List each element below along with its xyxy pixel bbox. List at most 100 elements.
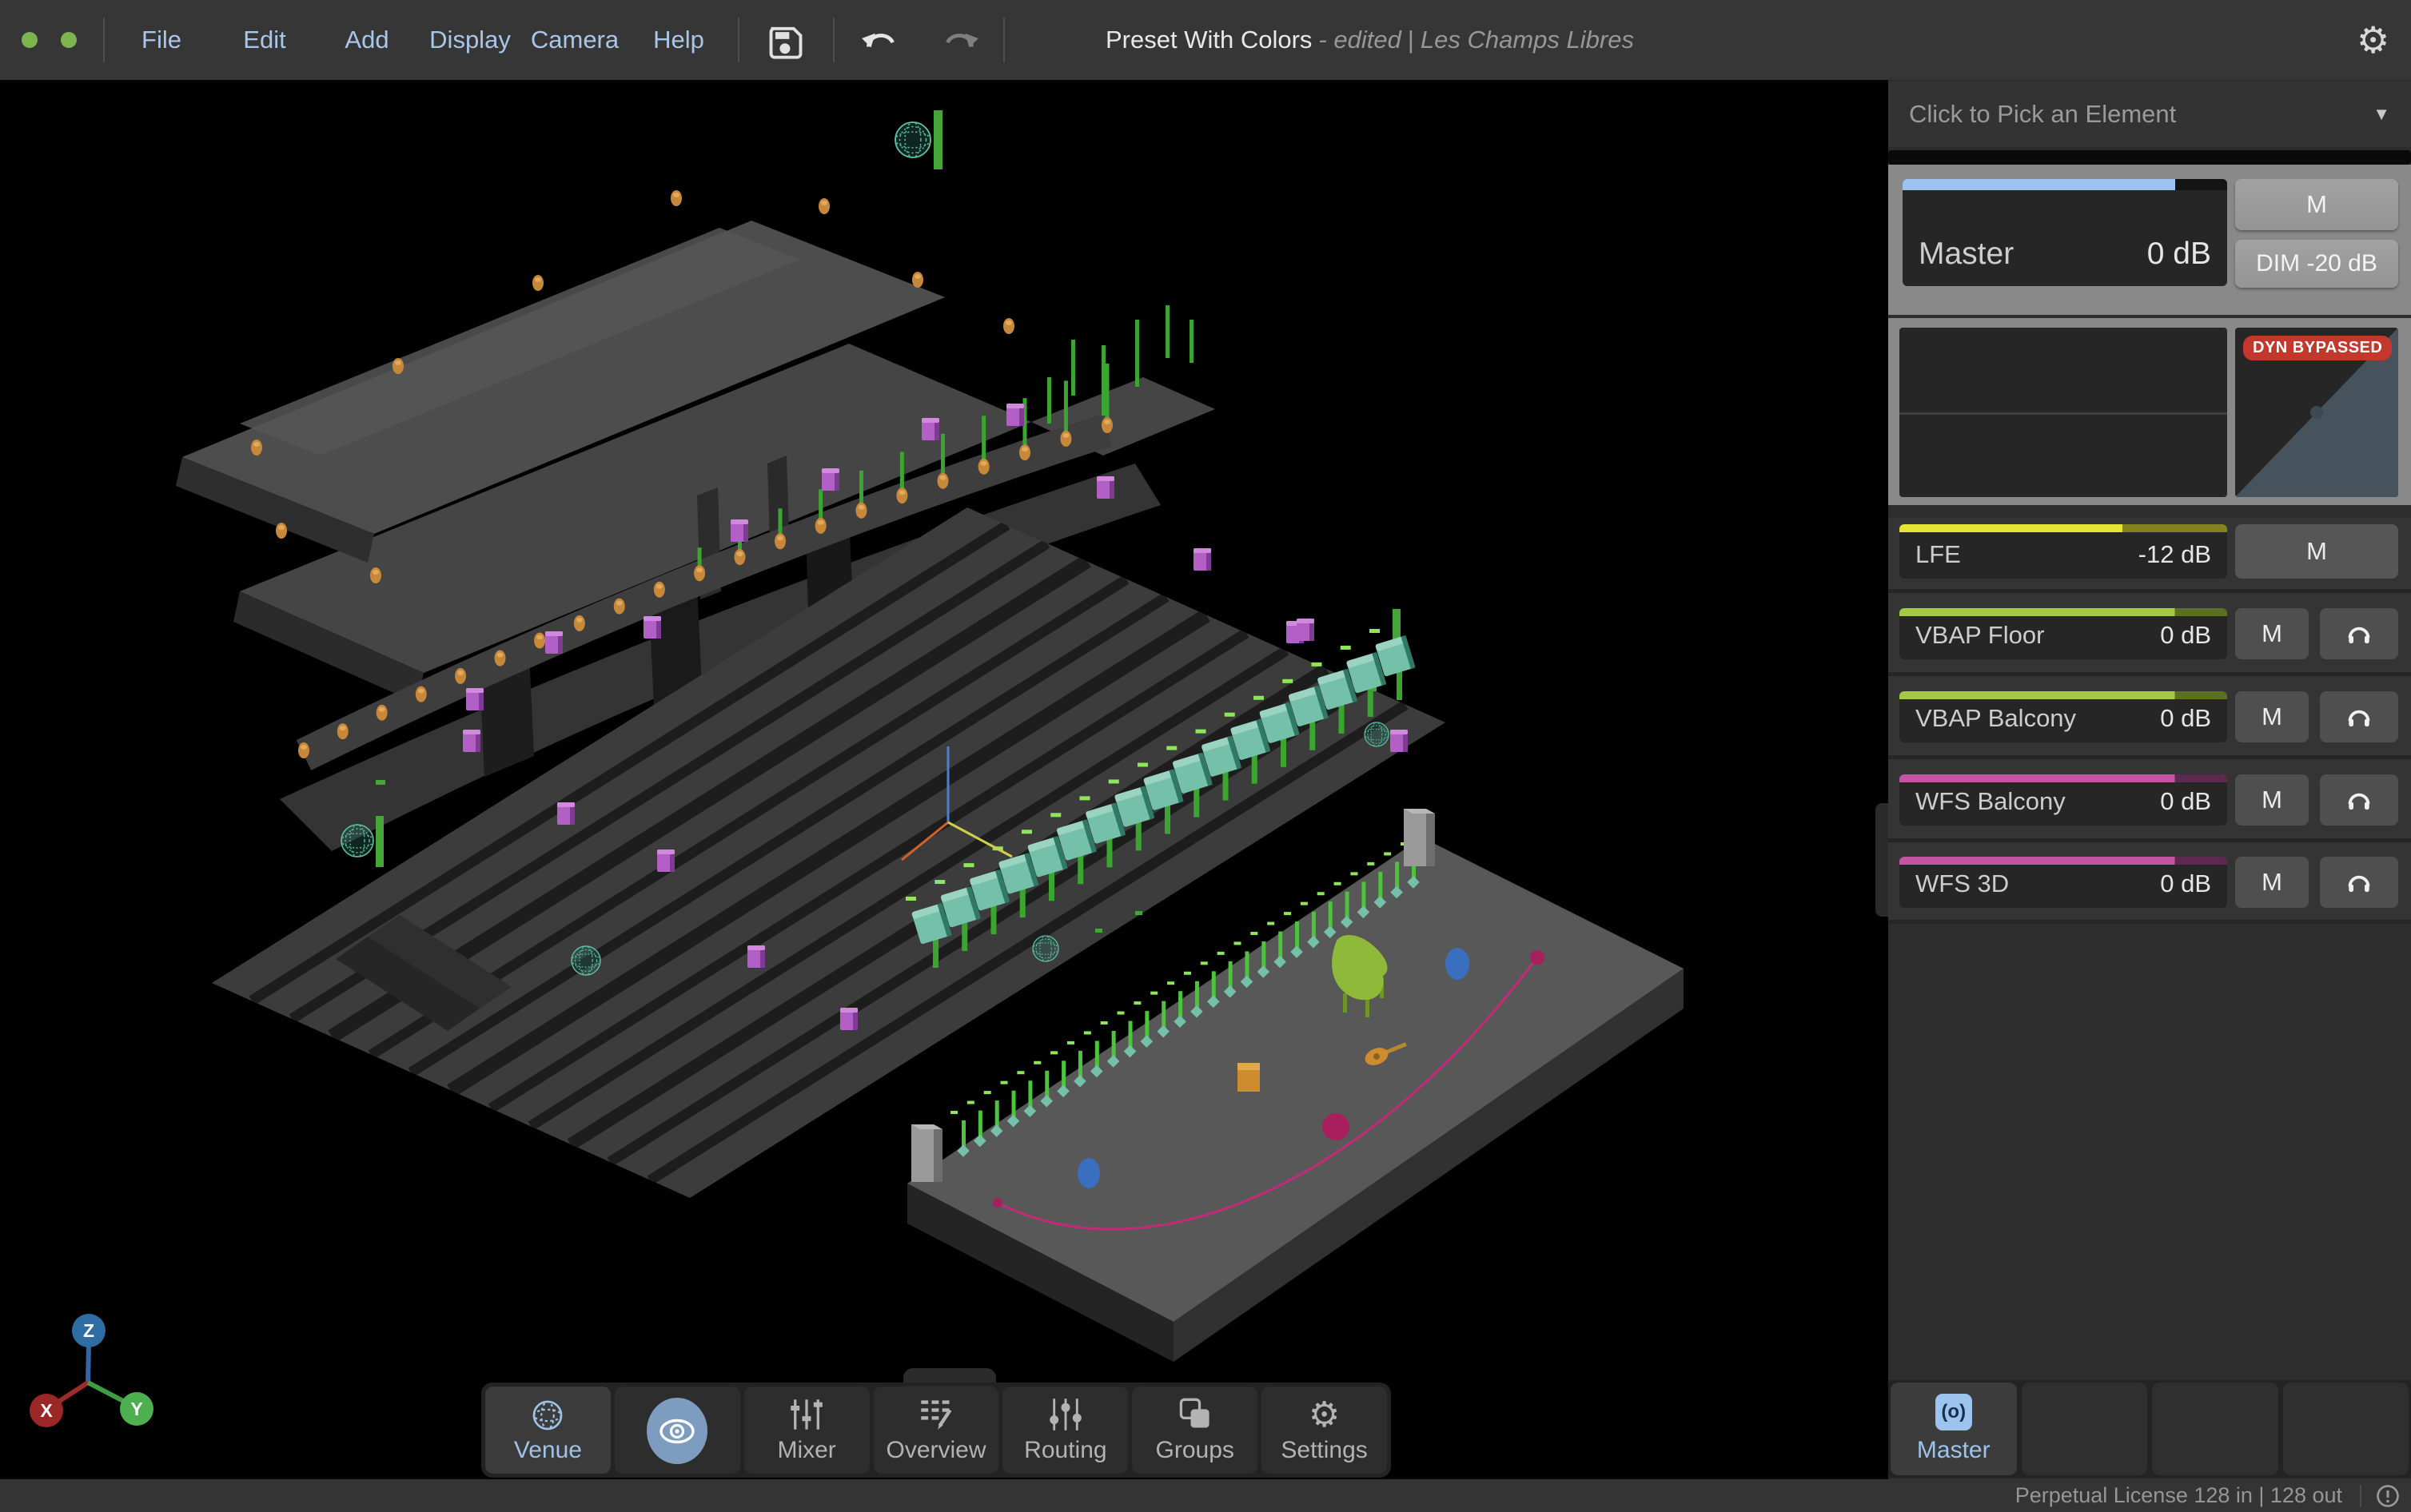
mixer-sidebar: Click to Pick an Element ▼ Master 0 dB M… (1888, 80, 2411, 1479)
bus-fader[interactable]: WFS 3D 0 dB (1899, 857, 2227, 908)
processing-panel: DYN BYPASSED (1888, 318, 2411, 505)
title-separator: | (1408, 26, 1414, 54)
tab-mixer[interactable]: Mixer (744, 1387, 870, 1474)
menu-bar: File Edit Add Display Camera Help Preset… (0, 0, 2411, 80)
project-name: Les Champs Libres (1421, 26, 1634, 54)
bus-fader[interactable]: LFE -12 dB (1899, 524, 2227, 579)
menubar-separator (833, 18, 835, 62)
element-picker-dropdown[interactable]: Click to Pick an Element ▼ (1888, 82, 2411, 147)
bus-mute-button[interactable]: M (2235, 774, 2309, 826)
visibility-button[interactable] (615, 1387, 740, 1474)
overview-icon (919, 1398, 954, 1431)
source-crimson[interactable] (1322, 1113, 1349, 1140)
bus-row-vbap-balcony: VBAP Balcony 0 dB M (1888, 676, 2411, 759)
master-value: 0 dB (2147, 237, 2211, 272)
dyn-bypassed-badge: DYN BYPASSED (2243, 336, 2392, 360)
path-endpoint[interactable] (993, 1198, 1002, 1208)
window-dot-1[interactable] (22, 32, 38, 48)
source-crimson[interactable] (1530, 950, 1544, 965)
bus-label: WFS Balcony (1915, 787, 2066, 816)
bus-solo-button[interactable] (2320, 691, 2398, 742)
meter-bridge (1888, 150, 2411, 165)
headphones-icon (2346, 789, 2372, 811)
box-object[interactable] (1237, 1063, 1260, 1092)
save-icon[interactable] (766, 21, 806, 61)
undo-icon[interactable] (860, 21, 899, 58)
bus-solo-button[interactable] (2320, 857, 2398, 908)
tab-empty-2[interactable] (2152, 1383, 2278, 1475)
menu-display[interactable]: Display (429, 0, 511, 80)
eye-icon (647, 1398, 707, 1464)
bus-mute-button[interactable]: M (2235, 608, 2309, 659)
bus-value: 0 dB (2160, 787, 2211, 816)
gear-icon: ⚙ (1309, 1398, 1340, 1433)
chevron-down-icon: ▼ (2373, 104, 2390, 125)
speaker-tower[interactable] (911, 1124, 942, 1182)
axis-x-label: X (40, 1400, 53, 1421)
sidebar-scrollbar[interactable] (1875, 803, 1888, 917)
bus-fader[interactable]: VBAP Balcony 0 dB (1899, 691, 2227, 742)
tab-routing-label: Routing (1024, 1437, 1106, 1464)
window-dot-2[interactable] (61, 32, 77, 48)
axis-z-label: Z (83, 1320, 94, 1341)
bus-value: 0 dB (2160, 704, 2211, 733)
master-fader[interactable]: Master 0 dB (1903, 179, 2227, 286)
bus-label: VBAP Balcony (1915, 704, 2076, 733)
bus-value: 0 dB (2160, 869, 2211, 898)
bus-row-vbap-floor: VBAP Floor 0 dB M (1888, 593, 2411, 676)
bus-list: LFE -12 dB M VBAP Floor 0 dB M (1888, 518, 2411, 924)
axis-gizmo[interactable]: Z X Y (30, 1314, 153, 1427)
master-mute-button[interactable]: M (2235, 179, 2398, 230)
menu-camera[interactable]: Camera (531, 0, 619, 80)
tab-overview[interactable]: Overview (874, 1387, 999, 1474)
routing-icon (1048, 1398, 1083, 1431)
globe-icon (530, 1398, 565, 1433)
bus-mute-button[interactable]: M (2235, 857, 2309, 908)
bus-mute-button[interactable]: M (2235, 524, 2398, 579)
tab-empty-1[interactable] (2022, 1383, 2148, 1475)
bus-fader-bar (1899, 691, 2227, 699)
menubar-separator (738, 18, 739, 62)
tab-empty-3[interactable] (2283, 1383, 2409, 1475)
tab-settings-label: Settings (1281, 1437, 1367, 1464)
bus-label: VBAP Floor (1915, 621, 2044, 650)
bus-solo-button[interactable] (2320, 608, 2398, 659)
menu-add[interactable]: Add (345, 0, 389, 80)
menu-file[interactable]: File (141, 0, 181, 80)
settings-gear-icon[interactable]: ⚙ (2357, 0, 2389, 80)
tab-groups[interactable]: Groups (1132, 1387, 1257, 1474)
bus-value: -12 dB (2138, 540, 2211, 569)
master-label: Master (1919, 237, 2014, 272)
bus-value: 0 dB (2160, 621, 2211, 650)
master-bus-icon: (o) (1935, 1394, 1972, 1430)
bus-fader[interactable]: WFS Balcony 0 dB (1899, 774, 2227, 826)
view-toolbar: Venue Mixer (481, 1383, 1391, 1478)
menu-help[interactable]: Help (653, 0, 704, 80)
menubar-separator (103, 18, 105, 62)
status-bar: Perpetual License 128 in | 128 out (0, 1479, 2411, 1512)
venue-3d-viewport[interactable]: Z X Y (0, 80, 1888, 1479)
source-blue[interactable] (1078, 1158, 1100, 1188)
menu-edit[interactable]: Edit (243, 0, 285, 80)
master-dim-button[interactable]: DIM -20 dB (2235, 240, 2398, 288)
tab-routing[interactable]: Routing (1002, 1387, 1128, 1474)
speaker-tower[interactable] (1404, 809, 1435, 866)
tab-settings[interactable]: ⚙ Settings (1261, 1387, 1387, 1474)
tab-venue[interactable]: Venue (485, 1387, 611, 1474)
bus-mute-button[interactable]: M (2235, 691, 2309, 742)
bus-fader[interactable]: VBAP Floor 0 dB (1899, 608, 2227, 659)
source-blue[interactable] (1445, 948, 1469, 980)
redo-icon[interactable] (942, 21, 980, 58)
bus-label: LFE (1915, 540, 1961, 569)
bus-solo-button[interactable] (2320, 774, 2398, 826)
tab-venue-label: Venue (514, 1437, 582, 1464)
bus-fader-bar (1899, 608, 2227, 616)
eq-curve-display[interactable] (1899, 328, 2227, 497)
venue-3d-scene[interactable]: Z X Y (0, 80, 1888, 1479)
info-icon[interactable] (2376, 1484, 2400, 1508)
dynamics-display[interactable]: DYN BYPASSED (2235, 328, 2398, 497)
tab-mixer-label: Mixer (777, 1437, 835, 1464)
bus-row-wfs-balcony: WFS Balcony 0 dB M (1888, 759, 2411, 842)
bus-row-wfs-3d: WFS 3D 0 dB M (1888, 842, 2411, 924)
tab-master[interactable]: (o) Master (1891, 1383, 2017, 1475)
